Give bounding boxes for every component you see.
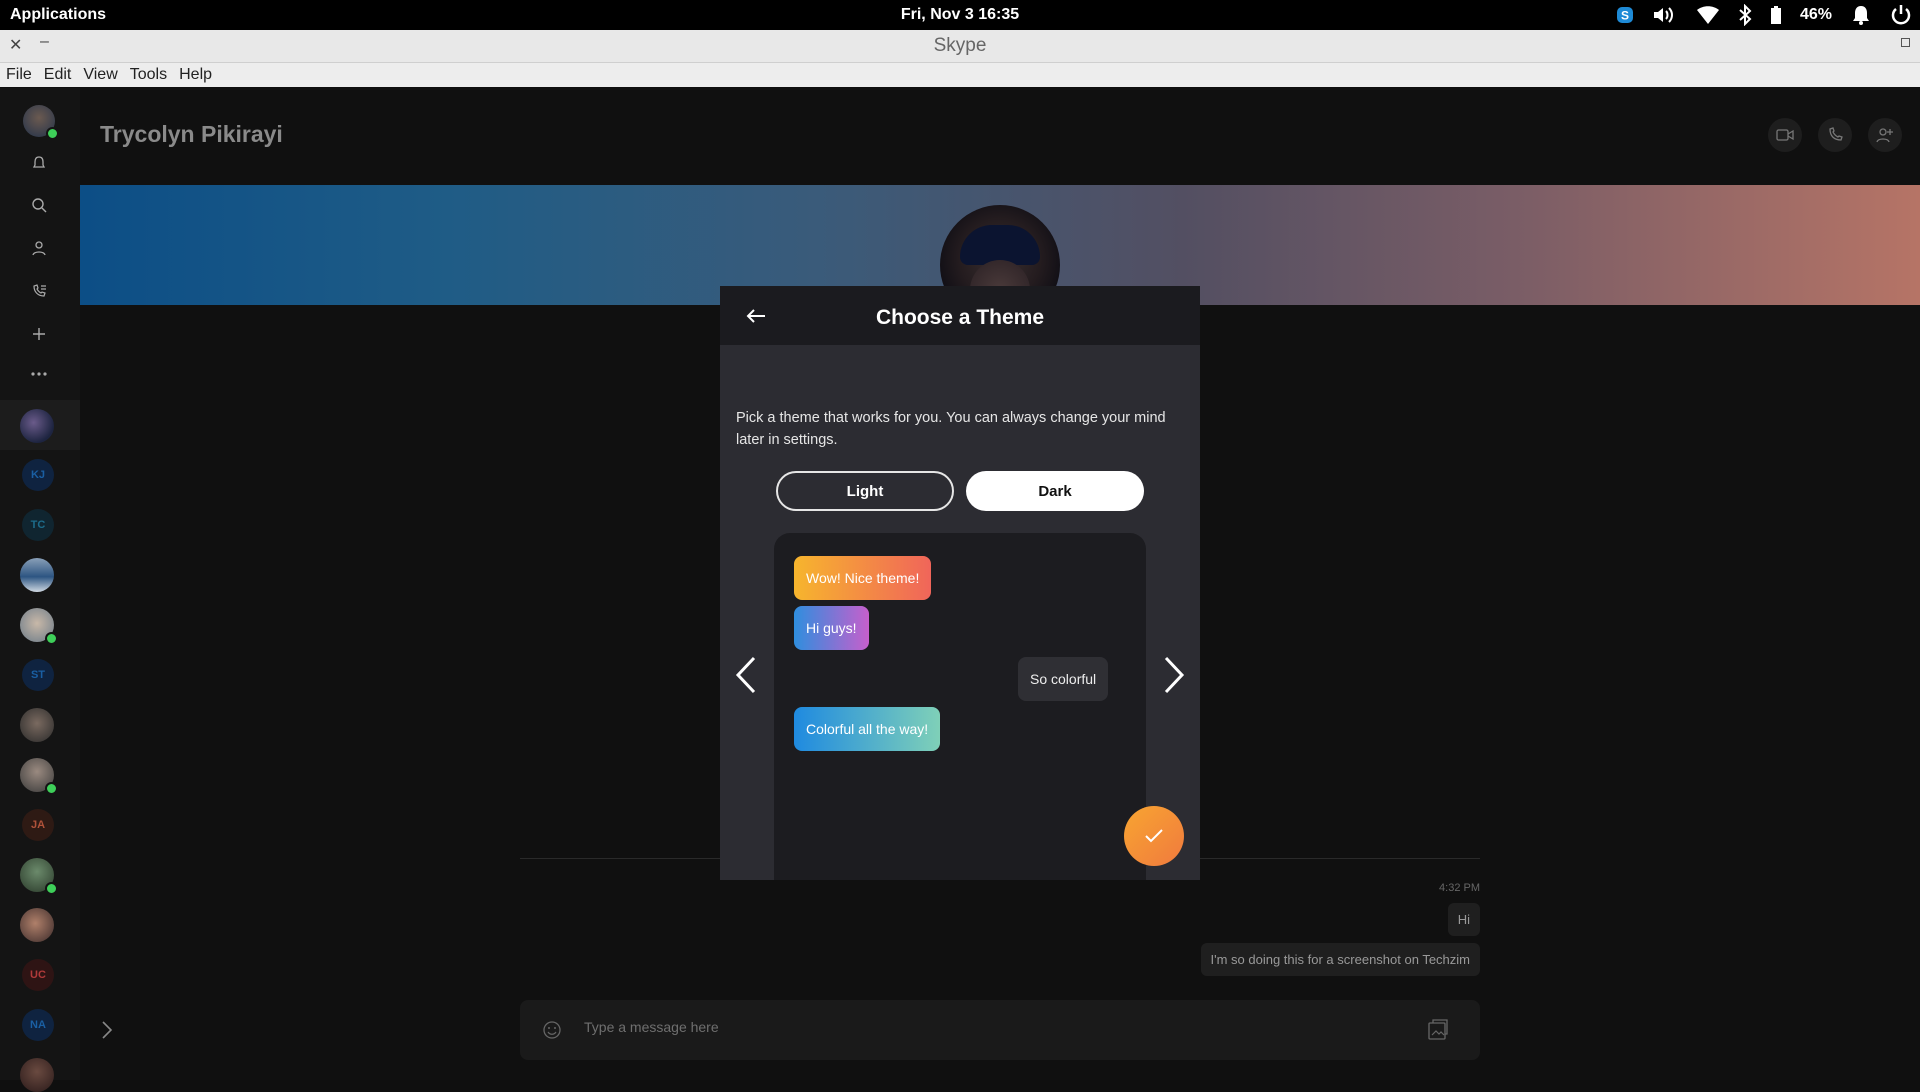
- notification-bell-icon[interactable]: [1850, 4, 1872, 26]
- bluetooth-icon[interactable]: [1738, 4, 1752, 26]
- chat-initials-avatar[interactable]: NA: [22, 1009, 54, 1041]
- online-status-dot: [45, 882, 58, 895]
- preview-message: Hi guys!: [794, 606, 869, 650]
- notifications-icon[interactable]: [26, 150, 52, 176]
- emoji-icon[interactable]: [542, 1020, 562, 1040]
- theme-dark-button[interactable]: Dark: [966, 471, 1144, 511]
- search-icon[interactable]: [26, 192, 52, 218]
- online-status-dot: [45, 782, 58, 795]
- audio-call-button[interactable]: [1818, 118, 1852, 152]
- chat-initials-avatar[interactable]: KJ: [22, 459, 54, 491]
- chat-initials-avatar[interactable]: TC: [22, 509, 54, 541]
- chevron-right-icon: [1164, 656, 1185, 694]
- theme-light-button[interactable]: Light: [776, 471, 954, 511]
- volume-icon[interactable]: [1652, 5, 1678, 25]
- battery-icon[interactable]: [1770, 6, 1782, 24]
- system-tray: S 46%: [1616, 3, 1912, 27]
- wifi-icon[interactable]: [1696, 5, 1720, 25]
- menu-view[interactable]: View: [77, 63, 123, 87]
- preview-message: So colorful: [1018, 657, 1109, 701]
- chevron-left-icon: [735, 656, 756, 694]
- preview-message: Wow! Nice theme!: [794, 556, 932, 600]
- checkmark-icon: [1145, 829, 1163, 843]
- chat-initials-avatar[interactable]: ST: [22, 659, 54, 691]
- window-title: Skype: [933, 35, 987, 56]
- power-icon[interactable]: [1890, 4, 1912, 26]
- svg-text:S: S: [1621, 9, 1629, 23]
- preview-message: Colorful all the way!: [794, 707, 941, 751]
- close-window-icon[interactable]: ✕: [9, 35, 22, 55]
- contacts-icon[interactable]: [26, 235, 52, 261]
- online-status-dot: [46, 127, 59, 140]
- menu-file[interactable]: File: [0, 63, 38, 87]
- sent-message[interactable]: Hi: [1447, 903, 1480, 936]
- next-theme-button[interactable]: [1159, 653, 1189, 697]
- skype-tray-icon[interactable]: S: [1616, 6, 1634, 24]
- choose-theme-dialog: Choose a Theme Pick a theme that works f…: [720, 286, 1200, 880]
- chat-avatar[interactable]: [20, 1058, 54, 1092]
- menu-edit[interactable]: Edit: [38, 63, 78, 87]
- expand-sidebar-icon[interactable]: [100, 1020, 116, 1040]
- add-people-button[interactable]: [1868, 118, 1902, 152]
- chat-avatar[interactable]: [20, 908, 54, 942]
- previous-theme-button[interactable]: [731, 653, 761, 697]
- confirm-theme-button[interactable]: [1124, 806, 1184, 866]
- phone-icon: [1829, 127, 1843, 141]
- window-title-bar: Skype ✕ –: [0, 30, 1920, 63]
- calls-icon[interactable]: [26, 278, 52, 304]
- maximize-window-icon[interactable]: [1901, 38, 1910, 47]
- chat-avatar[interactable]: [20, 409, 54, 443]
- add-person-icon: [1876, 128, 1893, 143]
- menu-help[interactable]: Help: [173, 63, 218, 87]
- chat-avatar[interactable]: [20, 708, 54, 742]
- attach-file-icon[interactable]: [1426, 1018, 1450, 1042]
- contact-name[interactable]: Trycolyn Pikirayi: [100, 121, 283, 148]
- chat-avatar[interactable]: [20, 558, 54, 592]
- message-timestamp: 4:32 PM: [1439, 882, 1480, 894]
- online-status-dot: [45, 632, 58, 645]
- video-call-button[interactable]: [1768, 118, 1802, 152]
- menu-tools[interactable]: Tools: [124, 63, 173, 87]
- dialog-title: Choose a Theme: [875, 306, 1045, 329]
- chat-initials-avatar[interactable]: JA: [22, 809, 54, 841]
- sent-message[interactable]: I'm so doing this for a screenshot on Te…: [1200, 943, 1480, 976]
- add-icon[interactable]: [26, 321, 52, 347]
- menu-bar: File Edit View Tools Help: [0, 63, 1920, 87]
- message-input[interactable]: Type a message here: [584, 1019, 719, 1035]
- more-options-icon[interactable]: [26, 361, 52, 387]
- battery-percent: 46%: [1799, 6, 1832, 23]
- dialog-description: Pick a theme that works for you. You can…: [736, 410, 1166, 448]
- video-camera-icon: [1776, 129, 1794, 141]
- minimize-window-icon[interactable]: –: [40, 33, 49, 51]
- system-top-bar: Applications Fri, Nov 3 16:35 S 46%: [0, 0, 1920, 30]
- chat-initials-avatar[interactable]: UC: [22, 959, 54, 991]
